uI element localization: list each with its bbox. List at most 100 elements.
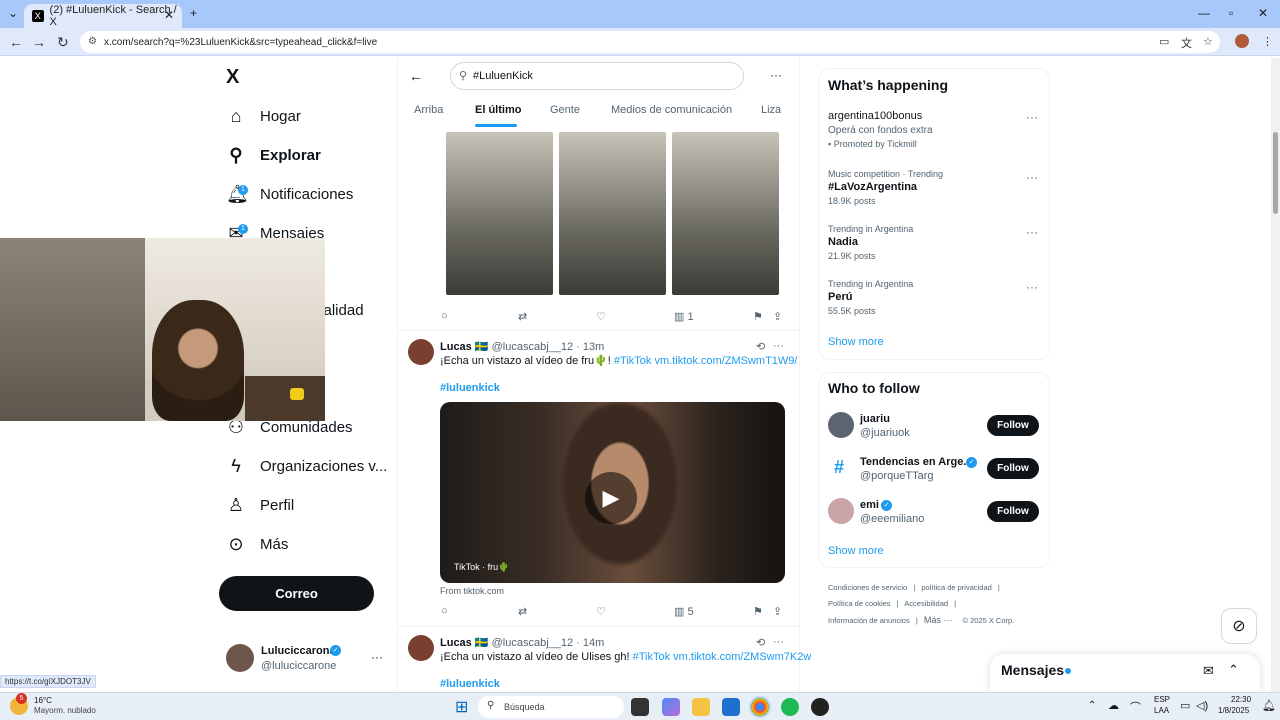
trend-more-icon[interactable]: ···	[1026, 170, 1038, 184]
tweet-avatar[interactable]	[408, 339, 434, 365]
footer-ads-link[interactable]: Información de anuncios	[828, 616, 910, 625]
notifications-bell-icon[interactable]: 🔔︎	[1262, 699, 1276, 712]
post-button[interactable]: Correo	[219, 576, 374, 611]
page-scrollbar[interactable]	[1271, 58, 1280, 692]
footer-accessibility-link[interactable]: Accesibilidad	[904, 599, 948, 608]
reply-icon[interactable]: ○	[441, 605, 448, 617]
trend-item[interactable]: Trending in Argentina Perú 55.5K posts	[828, 279, 913, 316]
nav-notifications[interactable]: 🔔︎ 1 Notificaciones	[226, 179, 353, 209]
tray-expand-icon[interactable]: ⌃	[1088, 700, 1096, 711]
share-icon[interactable]: ⇪	[773, 605, 782, 618]
tweet-hashtag[interactable]: #luluenkick	[440, 677, 500, 691]
new-message-icon[interactable]: ✉	[1203, 663, 1214, 679]
translate-icon[interactable]: 文	[1181, 35, 1192, 51]
footer-more-link[interactable]: Más ···	[924, 615, 953, 625]
browser-menu-icon[interactable]: ⋮	[1262, 35, 1273, 48]
footer-tos-link[interactable]: Condiciones de servicio	[828, 583, 907, 592]
network-icon[interactable]: ▭	[1180, 699, 1190, 712]
back-arrow-icon[interactable]: ←	[409, 68, 423, 84]
repost-icon[interactable]: ⇄	[518, 605, 527, 618]
tab-media[interactable]: Medios de comunicación	[611, 104, 732, 116]
footer-privacy-link[interactable]: política de privacidad	[921, 583, 991, 592]
chrome-icon[interactable]	[749, 696, 771, 718]
clock-date[interactable]: 1/8/2025	[1218, 706, 1249, 715]
trend-more-icon[interactable]: ···	[1026, 110, 1038, 124]
windows-start-icon[interactable]: ⊞	[455, 697, 468, 717]
reply-icon[interactable]: ○	[441, 310, 448, 322]
new-tab-icon[interactable]: +	[190, 6, 197, 20]
tab-top[interactable]: Arriba	[414, 104, 443, 116]
bookmark-icon[interactable]: ⚑	[753, 605, 763, 618]
nav-profile[interactable]: ♙ Perfil	[226, 490, 294, 520]
nav-more[interactable]: ⊙ Más	[226, 529, 288, 559]
like-icon[interactable]: ♡	[596, 310, 606, 323]
clock-time[interactable]: 22:30	[1231, 695, 1251, 704]
tab-lists[interactable]: Liza	[761, 104, 781, 116]
spotify-icon[interactable]	[781, 698, 799, 716]
play-button[interactable]: ▶	[585, 472, 637, 524]
close-tab-icon[interactable]: ✕	[164, 8, 174, 22]
link-source[interactable]: From tiktok.com	[440, 586, 504, 596]
tweet-time[interactable]: · 13m	[576, 341, 604, 353]
tweet-link[interactable]: vm.tiktok.com/ZMSwm7K2w	[673, 651, 811, 663]
messages-drawer[interactable]: Mensajes ✉ ⌃	[990, 654, 1260, 692]
install-icon[interactable]: ▭	[1159, 35, 1169, 48]
account-menu-icon[interactable]: ···	[371, 650, 383, 664]
trend-item[interactable]: Music competition · Trending #LaVozArgen…	[828, 169, 943, 206]
taskview-icon[interactable]	[631, 698, 649, 716]
tweet-hashtag[interactable]: #luluenkick	[440, 381, 500, 395]
address-bar[interactable]: ⚙ x.com/search?q=%23LuluenKick&src=typea…	[80, 31, 1220, 53]
grok-explain-icon[interactable]: ⟲	[756, 340, 765, 353]
views-icon[interactable]: ▥ 5	[674, 605, 694, 618]
follow-button[interactable]: Follow	[987, 458, 1039, 479]
tweet-image-3[interactable]	[672, 132, 779, 295]
site-info-icon[interactable]: ⚙	[88, 36, 97, 47]
grok-explain-icon[interactable]: ⟲	[756, 636, 765, 649]
scrollbar-thumb[interactable]	[1273, 132, 1278, 214]
follow-show-more[interactable]: Show more	[828, 545, 884, 557]
reload-icon[interactable]: ↻	[57, 34, 69, 51]
nav-explore[interactable]: ⚲ Explorar	[226, 140, 320, 170]
tweet-link[interactable]: vm.tiktok.com/ZMSwmT1W9/	[654, 355, 797, 367]
tweet-more-icon[interactable]: ···	[773, 340, 784, 352]
minimize-icon[interactable]: —	[1198, 6, 1210, 20]
onedrive-icon[interactable]: ☁	[1108, 699, 1119, 712]
bookmark-icon[interactable]: ⚑	[753, 310, 763, 323]
nav-home[interactable]: ⌂ Hogar	[226, 101, 301, 131]
tweet-author-handle[interactable]: @lucascabj__12	[492, 341, 574, 353]
bookmark-star-icon[interactable]: ☆	[1203, 35, 1213, 48]
repost-icon[interactable]: ⇄	[518, 310, 527, 323]
trend-item[interactable]: argentina100bonus Operá con fondos extra…	[828, 110, 933, 149]
search-input[interactable]: ⚲ #LuluenKick	[450, 62, 744, 90]
tab-latest[interactable]: El último	[475, 104, 521, 116]
tweet-author-name[interactable]: Lucas 🇸🇪	[440, 341, 489, 353]
nav-organizations[interactable]: ϟ Organizaciones v...	[226, 451, 387, 481]
maximize-icon[interactable]: ▫	[1229, 6, 1233, 20]
expand-drawer-icon[interactable]: ⌃	[1228, 662, 1239, 678]
trends-show-more[interactable]: Show more	[828, 336, 884, 348]
account-switcher[interactable]: Luluciccarona ✓ @luluciccarone ···	[226, 644, 386, 678]
wifi-icon[interactable]: ⌒	[1130, 699, 1141, 715]
search-options-icon[interactable]: ···	[770, 68, 782, 82]
tweet-author-handle[interactable]: @lucascabj__12	[492, 637, 574, 649]
like-icon[interactable]: ♡	[596, 605, 606, 618]
follow-button[interactable]: Follow	[987, 501, 1039, 522]
tweet-image-2[interactable]	[559, 132, 666, 295]
tweet-author-name[interactable]: Lucas 🇸🇪	[440, 637, 489, 649]
views-icon[interactable]: ▥ 1	[674, 310, 694, 323]
tweet-image-1[interactable]	[446, 132, 553, 295]
tweet-more-icon[interactable]: ···	[773, 636, 784, 648]
forward-icon[interactable]: →	[32, 34, 46, 50]
back-icon[interactable]: ←	[9, 34, 23, 50]
store-icon[interactable]	[722, 698, 740, 716]
grok-floating-icon[interactable]: ⊘	[1221, 608, 1257, 644]
taskbar-search[interactable]: ⚲ Búsqueda	[478, 696, 624, 718]
trend-item[interactable]: Trending in Argentina Nadia 21.9K posts	[828, 224, 913, 261]
language-indicator[interactable]: ESP	[1154, 695, 1170, 704]
close-window-icon[interactable]: ✕	[1258, 6, 1268, 20]
file-explorer-icon[interactable]	[692, 698, 710, 716]
x-logo[interactable]: X	[226, 66, 239, 89]
tweet-time[interactable]: · 14m	[576, 637, 604, 649]
tab-list-icon[interactable]: ⌄	[8, 6, 18, 20]
profile-avatar[interactable]	[1235, 34, 1249, 48]
